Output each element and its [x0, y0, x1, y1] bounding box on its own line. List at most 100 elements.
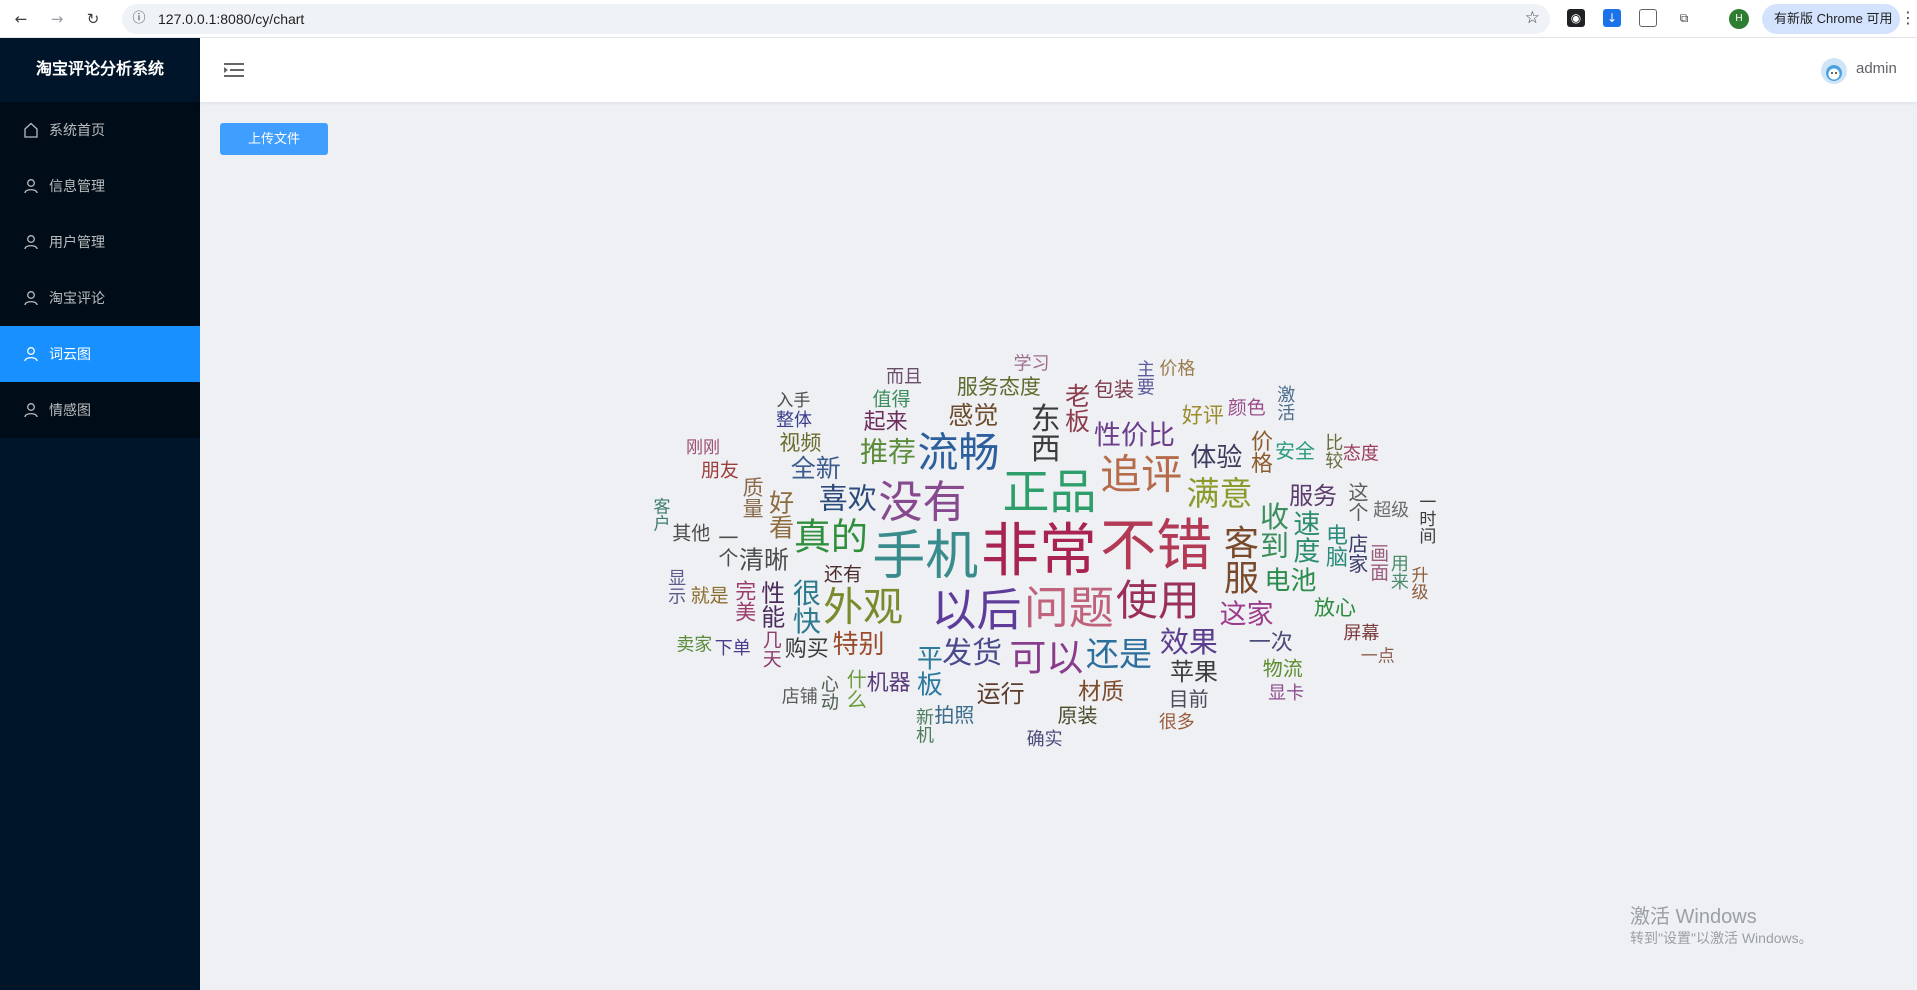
word-cloud-word: 态度: [1343, 443, 1379, 464]
sidebar-item-label: 情感图: [49, 402, 91, 418]
word-cloud-word: 什么: [843, 668, 867, 708]
word-cloud-word: 喜欢: [819, 481, 877, 515]
user-icon: [24, 347, 38, 362]
bookmark-star-icon[interactable]: ☆: [1525, 8, 1540, 28]
site-info-icon[interactable]: ⓘ: [130, 10, 148, 28]
word-cloud-word: 刚刚: [686, 438, 720, 458]
word-cloud-word: 心动: [818, 675, 839, 711]
word-cloud-word: 购买: [785, 637, 829, 662]
sidebar-item-comments[interactable]: 淘宝评论: [0, 270, 200, 326]
word-cloud-word: 店家: [1345, 533, 1369, 573]
app-title: 淘宝评论分析系统: [35, 61, 164, 78]
word-cloud-word: 推荐: [860, 436, 916, 469]
word-cloud-word: 显示: [665, 569, 686, 605]
word-cloud-word: 手机: [872, 526, 978, 587]
word-cloud-word: 物流: [1263, 657, 1303, 681]
word-cloud-word: 显卡: [1268, 683, 1304, 704]
word-cloud-word: 整体: [776, 410, 812, 431]
copy-extension-icon[interactable]: [1639, 9, 1657, 27]
word-cloud-word: 问题: [1024, 582, 1114, 635]
word-cloud-word: 几天: [760, 630, 782, 668]
word-cloud-word: 质量: [740, 476, 764, 518]
word-cloud-word: 朋友: [701, 459, 739, 481]
sidebar-item-label: 信息管理: [49, 178, 105, 194]
reload-icon[interactable]: ↻: [80, 6, 106, 32]
word-cloud-word: 颜色: [1228, 397, 1266, 419]
sidebar-item-users[interactable]: 用户管理: [0, 214, 200, 270]
word-cloud-word: 非常: [981, 516, 1097, 584]
word-cloud-word: 很快: [789, 578, 822, 634]
word-cloud-word: 没有: [878, 477, 966, 528]
word-cloud-word: 主要: [1134, 359, 1155, 396]
word-cloud-word: 东西: [1025, 402, 1060, 462]
word-cloud-word: 速度: [1288, 510, 1320, 564]
profile-avatar[interactable]: H: [1729, 9, 1749, 29]
word-cloud-word: 效果: [1160, 625, 1218, 659]
back-icon[interactable]: ←: [8, 6, 34, 32]
word-cloud-word: 运行: [977, 680, 1025, 708]
sidebar-item-sentiment[interactable]: 情感图: [0, 382, 200, 438]
word-cloud-word: 一个: [715, 527, 739, 567]
word-cloud-word: 服务态度: [957, 375, 1041, 399]
avatar-face-icon: [1826, 65, 1842, 81]
avatar[interactable]: [1821, 58, 1847, 84]
word-cloud-word: 外观: [823, 585, 903, 631]
word-cloud-word: 拍照: [934, 703, 974, 727]
word-cloud-word: 卖家: [676, 635, 712, 656]
extension-icon[interactable]: ◉: [1567, 9, 1585, 27]
word-cloud-word: 视频: [779, 431, 821, 455]
word-cloud-word: 好看: [766, 489, 795, 539]
word-cloud-word: 使用: [1116, 576, 1200, 625]
word-cloud-word: 还有: [824, 563, 862, 585]
word-cloud-word: 客户: [649, 497, 670, 531]
user-icon: [24, 403, 38, 418]
chrome-update-button[interactable]: 有新版 Chrome 可用: [1762, 4, 1900, 34]
word-cloud-word: 还是: [1086, 634, 1152, 673]
top-header: admin: [200, 38, 1917, 102]
word-cloud-word: 流畅: [918, 429, 1000, 477]
word-cloud-word: 原装: [1058, 704, 1098, 728]
browser-toolbar: ← → ↻ ⓘ 127.0.0.1:8080/cy/chart ☆ ◉ ↓ ⧉ …: [0, 0, 1917, 38]
sidebar-item-label: 系统首页: [49, 122, 105, 138]
menu-fold-icon[interactable]: [224, 62, 244, 78]
word-cloud-word: 比较: [1322, 433, 1343, 469]
sidebar-menu: 系统首页 信息管理 用户管理 淘宝评论 词云图 情感图: [0, 102, 200, 438]
word-cloud-word: 起来: [864, 410, 908, 435]
word-cloud-word: 这家: [1220, 600, 1274, 631]
word-cloud-word: 清晰: [739, 545, 789, 574]
word-cloud-word: 值得: [873, 389, 911, 411]
upload-file-button[interactable]: 上传文件: [220, 123, 328, 155]
word-cloud-word: 价格: [1247, 430, 1273, 474]
word-cloud-word: 就是: [691, 585, 729, 607]
more-menu-icon[interactable]: ⋮: [1900, 8, 1916, 30]
word-cloud-word: 升级: [1408, 566, 1429, 600]
word-cloud-word: 目前: [1169, 687, 1209, 711]
word-cloud-word: 电池: [1264, 567, 1316, 597]
word-cloud-word: 真的: [794, 515, 868, 558]
user-icon: [24, 291, 38, 306]
word-cloud-word: 这个: [1345, 481, 1369, 521]
word-cloud-word: 老板: [1062, 383, 1091, 433]
sidebar-item-info[interactable]: 信息管理: [0, 158, 200, 214]
download-extension-icon[interactable]: ↓: [1603, 9, 1621, 27]
word-cloud-word: 感觉: [948, 401, 998, 430]
word-cloud-word: 特别: [832, 630, 884, 660]
word-cloud-word: 收到: [1255, 501, 1289, 559]
word-cloud-word: 材质: [1078, 679, 1124, 705]
word-cloud-word: 不错: [1100, 514, 1212, 579]
sidebar-item-wordcloud[interactable]: 词云图: [0, 326, 200, 382]
username[interactable]: admin: [1856, 60, 1897, 77]
user-icon: [24, 235, 38, 250]
word-cloud-word: 以后: [932, 584, 1022, 637]
word-cloud-word: 满意: [1187, 474, 1253, 513]
word-cloud-word: 正品: [1002, 466, 1096, 521]
word-cloud-word: 一时间: [1415, 493, 1436, 545]
forward-icon[interactable]: →: [44, 6, 70, 32]
puzzle-extensions-icon[interactable]: ⧉: [1675, 9, 1693, 27]
word-cloud-word: 体验: [1190, 443, 1242, 473]
word-cloud-word: 完美: [733, 580, 757, 622]
address-bar[interactable]: ⓘ 127.0.0.1:8080/cy/chart ☆: [122, 4, 1550, 34]
url-text[interactable]: 127.0.0.1:8080/cy/chart: [158, 11, 304, 27]
sidebar-item-home[interactable]: 系统首页: [0, 102, 200, 158]
word-cloud-word: 安全: [1275, 439, 1315, 463]
